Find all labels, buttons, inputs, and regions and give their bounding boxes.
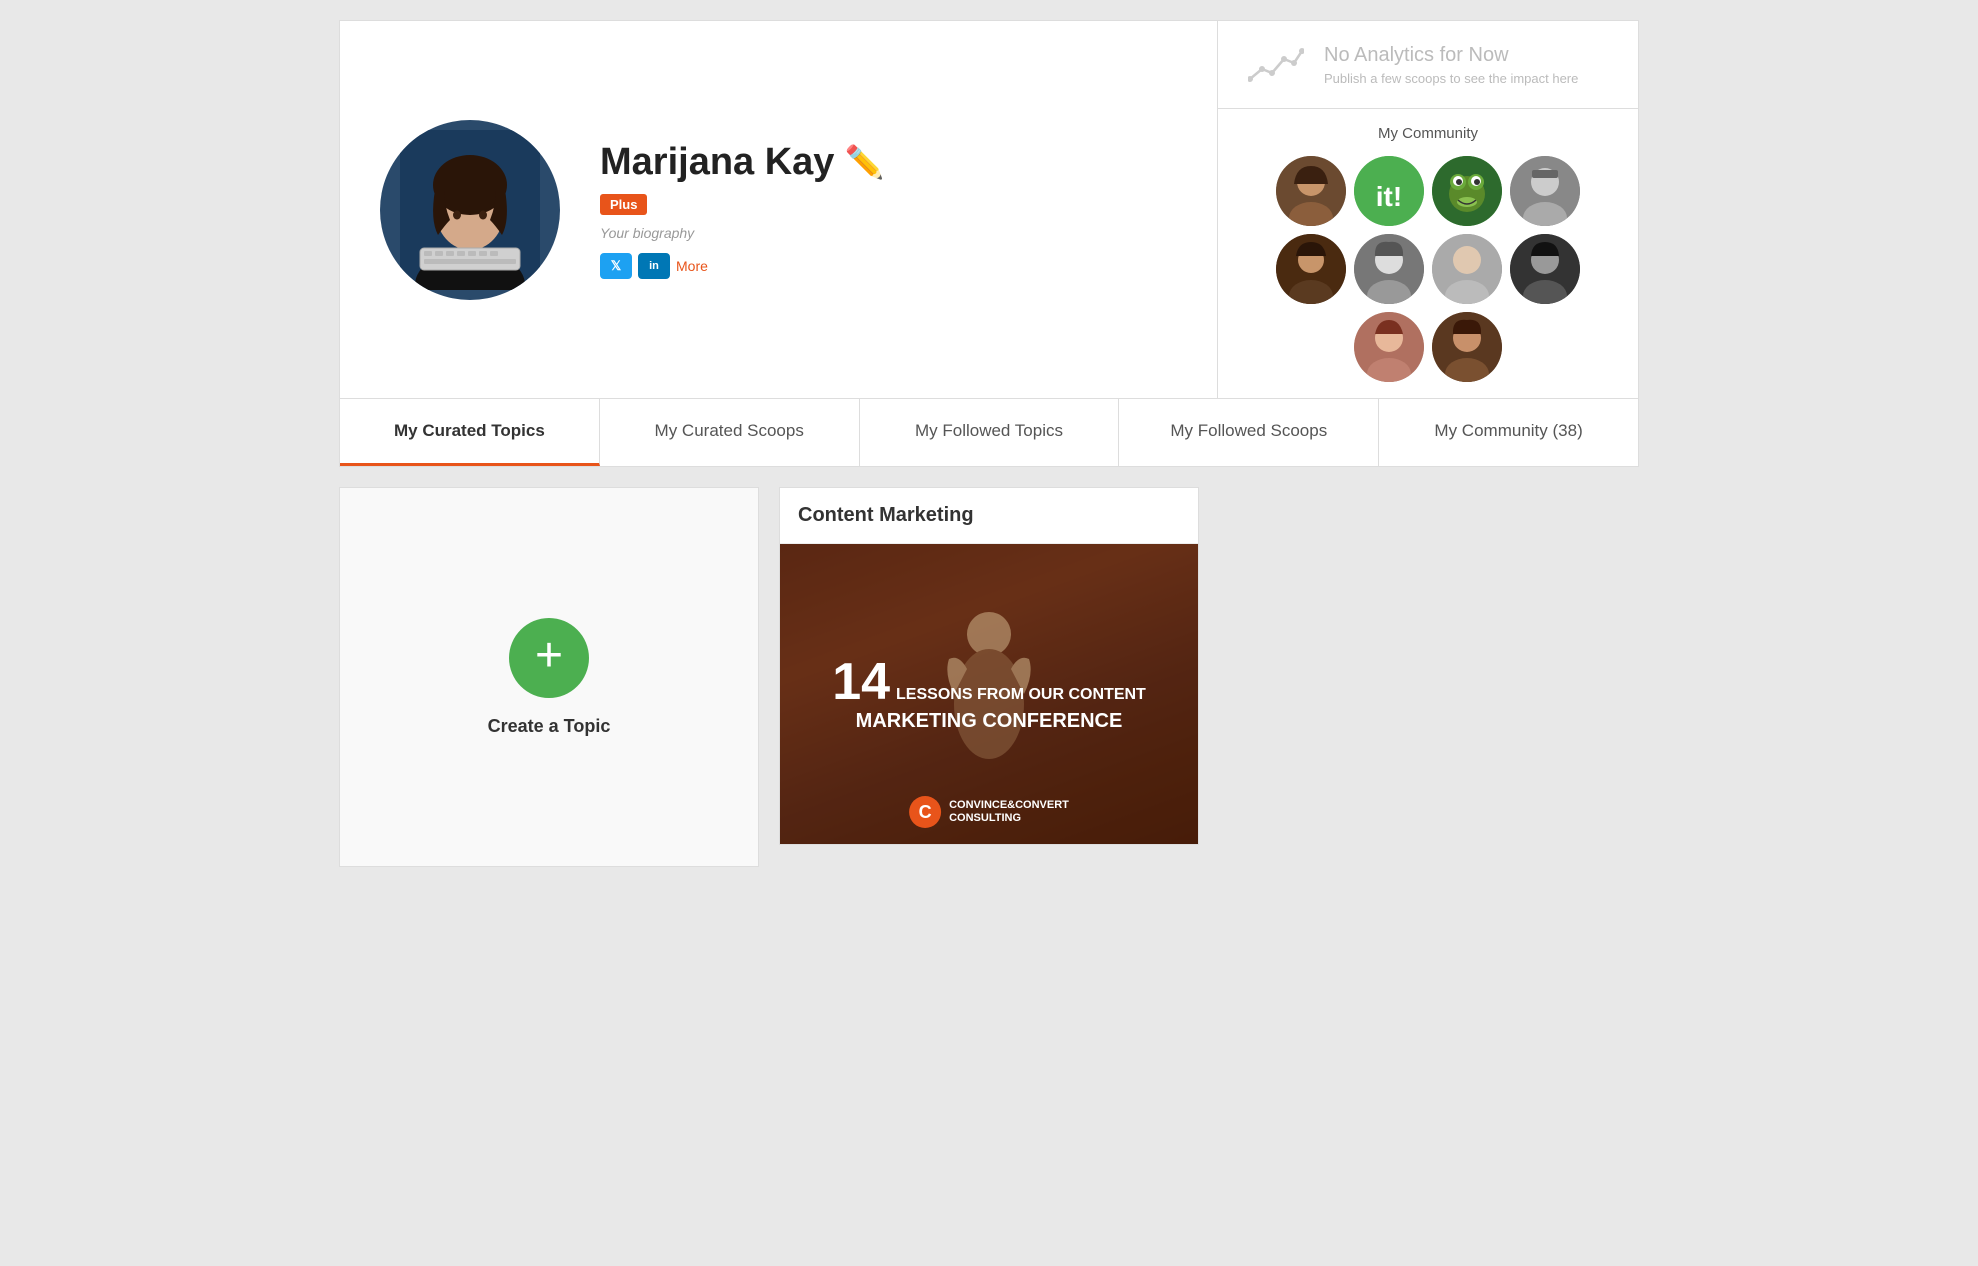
- conf-brand: C CONVINCE&CONVERT CONSULTING: [909, 796, 1069, 828]
- tab-my-community[interactable]: My Community (38): [1379, 399, 1638, 466]
- community-title: My Community: [1238, 125, 1618, 142]
- community-avatar-2[interactable]: it!: [1354, 156, 1424, 226]
- analytics-chart-icon: [1248, 41, 1304, 88]
- community-section: My Community it!: [1218, 109, 1638, 398]
- linkedin-icon: in: [649, 260, 659, 272]
- conf-subtitle: MARKETING CONFERENCE: [832, 710, 1146, 733]
- conf-lessons: LESSONS FROM OUR CONTENT: [896, 686, 1146, 704]
- edit-icon[interactable]: ✏️: [844, 143, 884, 181]
- community-avatar-5[interactable]: [1276, 234, 1346, 304]
- community-avatar-10[interactable]: [1432, 312, 1502, 382]
- create-topic-label: Create a Topic: [488, 716, 611, 737]
- community-avatar-7[interactable]: [1432, 234, 1502, 304]
- analytics-top: No Analytics for Now Publish a few scoop…: [1218, 21, 1638, 109]
- plus-badge: Plus: [600, 194, 647, 215]
- more-link[interactable]: More: [676, 258, 708, 274]
- create-topic-plus-icon: +: [509, 618, 589, 698]
- tab-my-followed-scoops[interactable]: My Followed Scoops: [1119, 399, 1379, 466]
- profile-info: Marijana Kay ✏️ Plus Your biography 𝕏 in…: [600, 141, 1177, 279]
- svg-text:it!: it!: [1376, 181, 1402, 212]
- social-links: 𝕏 in More: [600, 253, 1177, 279]
- linkedin-button[interactable]: in: [638, 253, 670, 279]
- topic-card-image: 14 LESSONS FROM OUR CONTENT MARKETING CO…: [780, 544, 1198, 844]
- tabs-bar: My Curated Topics My Curated Scoops My F…: [339, 399, 1639, 467]
- biography-text: Your biography: [600, 225, 1177, 241]
- topic-card-title: Content Marketing: [780, 488, 1198, 544]
- profile-name: Marijana Kay ✏️: [600, 141, 1177, 184]
- community-avatar-6[interactable]: [1354, 234, 1424, 304]
- community-avatar-1[interactable]: [1276, 156, 1346, 226]
- tab-my-curated-topics[interactable]: My Curated Topics: [340, 399, 600, 466]
- conf-number: 14: [832, 656, 890, 708]
- tab-my-curated-scoops[interactable]: My Curated Scoops: [600, 399, 860, 466]
- twitter-icon: 𝕏: [611, 258, 621, 274]
- content-section: + Create a Topic Content Marketing 14: [339, 487, 1639, 867]
- community-avatar-8[interactable]: [1510, 234, 1580, 304]
- community-avatar-3[interactable]: [1432, 156, 1502, 226]
- brand-text: CONVINCE&CONVERT CONSULTING: [949, 799, 1069, 825]
- analytics-text: No Analytics for Now Publish a few scoop…: [1324, 44, 1608, 86]
- community-avatar-9[interactable]: [1354, 312, 1424, 382]
- profile-area: Marijana Kay ✏️ Plus Your biography 𝕏 in…: [340, 21, 1218, 398]
- name-text: Marijana Kay: [600, 141, 834, 184]
- create-topic-card[interactable]: + Create a Topic: [339, 487, 759, 867]
- community-avatars: it!: [1238, 156, 1618, 382]
- community-avatar-4[interactable]: [1510, 156, 1580, 226]
- tab-my-followed-topics[interactable]: My Followed Topics: [860, 399, 1120, 466]
- brand-logo-circle: C: [909, 796, 941, 828]
- topic-card-content-marketing[interactable]: Content Marketing 14 LESSONS FROM OUR CO…: [779, 487, 1199, 845]
- twitter-button[interactable]: 𝕏: [600, 253, 632, 279]
- analytics-area: No Analytics for Now Publish a few scoop…: [1218, 21, 1638, 398]
- analytics-title: No Analytics for Now: [1324, 44, 1608, 67]
- analytics-subtitle: Publish a few scoops to see the impact h…: [1324, 71, 1608, 86]
- conf-text: 14 LESSONS FROM OUR CONTENT MARKETING CO…: [812, 636, 1166, 753]
- avatar: [380, 120, 560, 300]
